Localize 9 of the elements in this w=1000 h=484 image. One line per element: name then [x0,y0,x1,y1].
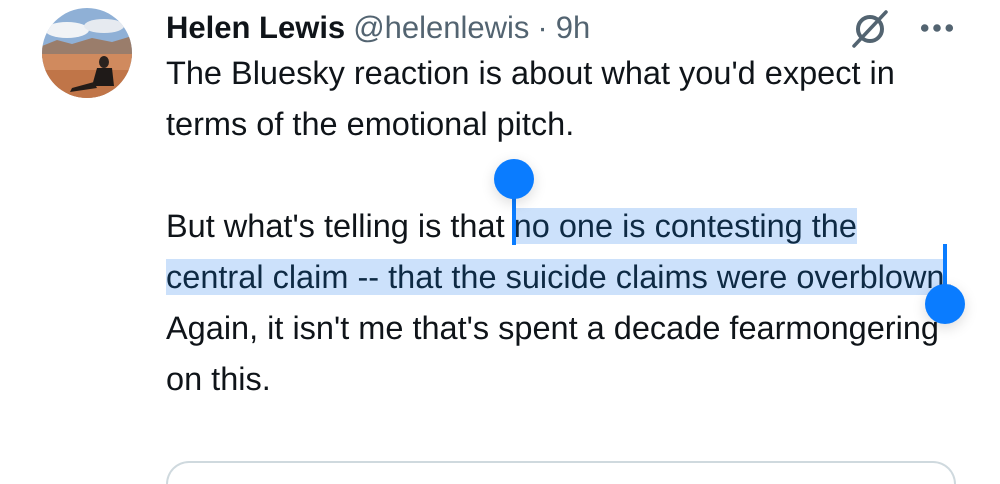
author-name[interactable]: Helen Lewis [166,10,346,46]
separator: · [537,10,548,46]
more-icon[interactable] [920,23,954,33]
author-handle[interactable]: @helenlewis [353,10,530,46]
timestamp[interactable]: 9h [556,10,590,46]
post-paragraph: But what's telling is that no one is contesting the central claim -- that the suicide claims were overblown Again, it isn't me that's spent a decade fearmongering on this. [166,201,956,405]
post-paragraph: The Bluesky reaction is about what you'd expect in terms of the emotional pitch. [166,54,896,144]
slashed-circle-icon[interactable] [850,8,890,48]
selection-handle[interactable] [494,158,534,198]
